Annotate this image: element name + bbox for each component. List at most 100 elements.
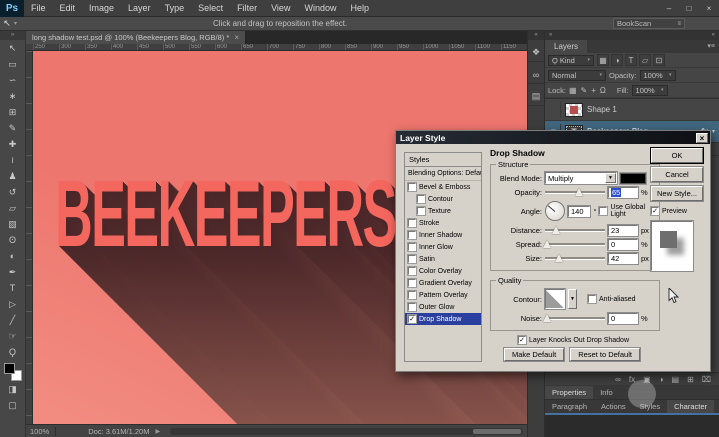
lock-position-icon[interactable]: + xyxy=(591,86,596,95)
visibility-toggle[interactable] xyxy=(547,102,561,118)
workspace-switcher[interactable]: BookScan ≡ xyxy=(613,18,685,29)
strip-collapse-icon[interactable]: « xyxy=(528,31,544,40)
new-layer-icon[interactable]: ⊞ xyxy=(687,375,694,384)
style-checkbox[interactable] xyxy=(408,291,416,299)
filter-smart-objects-icon[interactable]: ⊡ xyxy=(653,54,665,66)
reset-to-default-button[interactable]: Reset to Default xyxy=(570,348,640,361)
line-tool-icon[interactable]: ╱ xyxy=(3,312,23,328)
quick-mask-icon[interactable]: ◨ xyxy=(3,381,23,397)
horizontal-scrollbar[interactable] xyxy=(170,428,523,435)
filter-type-layers-icon[interactable]: T xyxy=(625,54,637,66)
toolbar-collapse-icon[interactable]: » xyxy=(0,31,25,40)
menu-item[interactable]: Edit xyxy=(53,0,83,17)
history-brush-tool-icon[interactable]: ↺ xyxy=(3,184,23,200)
filter-adjustment-layers-icon[interactable]: ◑ xyxy=(611,54,623,66)
tool-preset-caret-icon[interactable]: ▾ xyxy=(14,20,17,27)
menu-item[interactable]: Type xyxy=(158,0,192,17)
blur-tool-icon[interactable]: ʘ xyxy=(3,232,23,248)
use-global-light-checkbox[interactable] xyxy=(599,207,607,215)
filter-pixel-layers-icon[interactable]: ▦ xyxy=(597,54,609,66)
style-checkbox[interactable] xyxy=(408,243,416,251)
foreground-color-swatch[interactable] xyxy=(4,363,15,374)
fill-select[interactable]: 100% ▾ xyxy=(632,85,668,96)
blend-mode-select[interactable]: Normal ▾ xyxy=(548,70,606,81)
menu-item[interactable]: Image xyxy=(82,0,121,17)
move-tool-icon[interactable]: ↖ xyxy=(3,40,23,56)
style-list-item[interactable]: Gradient Overlay xyxy=(405,277,481,289)
dialog-close-icon[interactable]: × xyxy=(696,133,708,143)
noise-slider[interactable] xyxy=(545,313,605,323)
cancel-button[interactable]: Cancel xyxy=(651,167,703,182)
dialog-title-bar[interactable]: Layer Style × xyxy=(396,131,710,144)
angle-dial[interactable] xyxy=(545,201,565,221)
anti-aliased-checkbox[interactable] xyxy=(588,295,596,303)
zoom-tool-icon[interactable]: Ϙ xyxy=(3,344,23,360)
healing-brush-tool-icon[interactable]: ✚ xyxy=(3,136,23,152)
blend-mode-combo[interactable]: Multiply ▼ xyxy=(545,172,617,184)
delete-layer-icon[interactable]: ⌧ xyxy=(702,375,711,384)
style-checkbox[interactable] xyxy=(408,303,416,311)
zoom-level-field[interactable]: 100% xyxy=(30,427,49,436)
marquee-tool-icon[interactable]: ▭ xyxy=(3,56,23,72)
tab-layers[interactable]: Layers xyxy=(545,40,587,53)
dodge-tool-icon[interactable]: ◐ xyxy=(3,248,23,264)
preview-checkbox[interactable]: ✓ xyxy=(651,207,659,215)
hand-tool-icon[interactable]: ☞ xyxy=(3,328,23,344)
lock-transparency-icon[interactable]: ▦ xyxy=(569,86,577,95)
layer-thumbnail[interactable] xyxy=(565,103,583,117)
style-checkbox[interactable] xyxy=(408,255,416,263)
size-field[interactable]: 42 xyxy=(608,253,638,264)
type-tool-icon[interactable]: T xyxy=(3,280,23,296)
noise-field[interactable]: 0 xyxy=(608,313,638,324)
style-list-item[interactable]: Inner Glow xyxy=(405,241,481,253)
opacity-slider[interactable] xyxy=(545,187,605,197)
quick-selection-tool-icon[interactable]: ∗ xyxy=(3,88,23,104)
menu-item[interactable]: Filter xyxy=(230,0,264,17)
style-checkbox[interactable] xyxy=(408,267,416,275)
contour-dropdown-icon[interactable]: ▼ xyxy=(568,289,577,309)
menu-item[interactable]: Layer xyxy=(121,0,158,17)
style-list-item[interactable]: Contour xyxy=(405,193,481,205)
minimize-button[interactable]: – xyxy=(659,0,679,17)
style-list-item[interactable]: Pattern Overlay xyxy=(405,289,481,301)
lock-all-icon[interactable]: Ω xyxy=(600,86,606,95)
close-button[interactable]: × xyxy=(699,0,719,17)
clone-stamp-tool-icon[interactable]: ♟ xyxy=(3,168,23,184)
style-checkbox[interactable] xyxy=(408,279,416,287)
collapsed-panel-brush-icon[interactable]: ❖ xyxy=(528,46,544,62)
menu-item[interactable]: Select xyxy=(191,0,230,17)
collapsed-panel-search-icon[interactable]: ∞ xyxy=(528,68,544,84)
lock-pixels-icon[interactable]: ✎ xyxy=(581,86,588,95)
link-layers-icon[interactable]: ∞ xyxy=(615,375,621,384)
gradient-tool-icon[interactable]: ▧ xyxy=(3,216,23,232)
style-checkbox[interactable] xyxy=(408,219,416,227)
move-tool-options-icon[interactable]: ↖ xyxy=(0,18,14,29)
style-checkbox[interactable] xyxy=(408,231,416,239)
style-checkbox[interactable] xyxy=(417,207,425,215)
path-selection-tool-icon[interactable]: ▷ xyxy=(3,296,23,312)
style-list-item[interactable]: ✓ Drop Shadow xyxy=(405,313,481,325)
style-list-item[interactable]: Outer Glow xyxy=(405,301,481,313)
contour-thumbnail[interactable] xyxy=(545,289,565,309)
document-tab[interactable]: long shadow test.psd @ 100% (Beekeepers … xyxy=(26,31,246,44)
style-checkbox[interactable] xyxy=(408,183,416,191)
scrollbar-thumb[interactable] xyxy=(473,429,521,434)
dock-collapse-left-icon[interactable]: « xyxy=(549,31,552,40)
layer-row-shape1[interactable]: Shape 1 xyxy=(545,99,719,121)
menu-item[interactable]: File xyxy=(24,0,53,17)
angle-field[interactable]: 140 xyxy=(568,206,590,217)
distance-slider[interactable] xyxy=(545,225,605,235)
style-checkbox[interactable] xyxy=(417,195,425,203)
style-list-item[interactable]: Inner Shadow xyxy=(405,229,481,241)
new-adjustment-layer-icon[interactable]: ◑ xyxy=(659,375,664,384)
style-checkbox[interactable]: ✓ xyxy=(408,315,416,323)
menu-item[interactable]: Help xyxy=(343,0,376,17)
color-swatches[interactable] xyxy=(4,363,22,381)
collapsed-panel-book-icon[interactable]: ▤ xyxy=(528,90,544,106)
distance-field[interactable]: 23 xyxy=(608,225,638,236)
style-list-item[interactable]: Texture xyxy=(405,205,481,217)
filter-shape-layers-icon[interactable]: ▱ xyxy=(639,54,651,66)
pen-tool-icon[interactable]: ✒ xyxy=(3,264,23,280)
new-style-button[interactable]: New Style... xyxy=(651,186,703,201)
restore-button[interactable]: □ xyxy=(679,0,699,17)
